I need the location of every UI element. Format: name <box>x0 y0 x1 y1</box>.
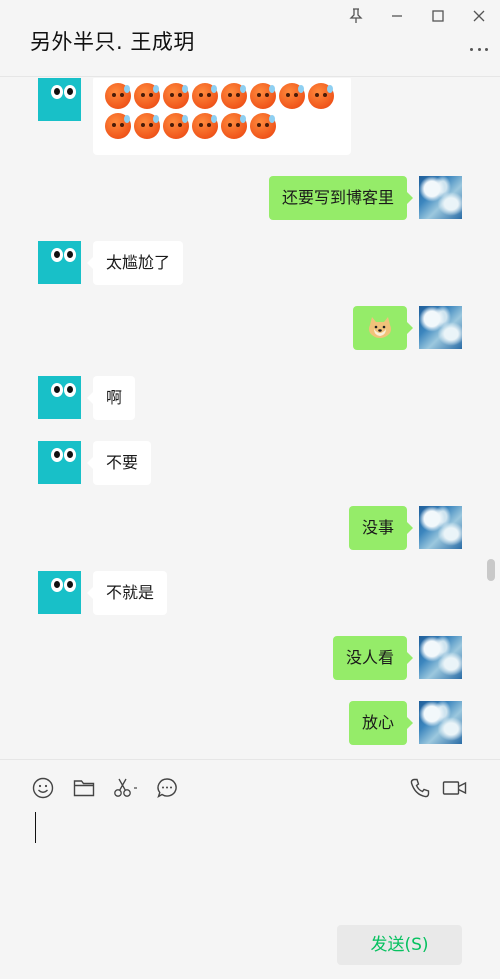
sent-message-bubble[interactable]: 没人看 <box>332 636 414 680</box>
folder-icon[interactable] <box>72 776 96 800</box>
emoji-message-bubble[interactable] <box>93 78 351 155</box>
contact-avatar[interactable] <box>38 376 81 419</box>
sweat-face-emoji-icon <box>279 83 305 109</box>
close-icon[interactable] <box>468 5 490 27</box>
received-message-bubble[interactable]: 不就是 <box>86 571 168 615</box>
message-list[interactable]: 还要写到博客里 太尴尬了 啊 不要 没事 不就是 没人看 放心 <box>0 78 500 759</box>
minimize-icon[interactable] <box>386 5 408 27</box>
user-avatar[interactable] <box>419 636 462 679</box>
contact-avatar[interactable] <box>38 241 81 284</box>
maximize-icon[interactable] <box>427 5 449 27</box>
scrollbar-thumb[interactable] <box>487 559 495 581</box>
sweat-face-emoji-icon <box>308 83 334 109</box>
sweat-face-emoji-icon <box>134 83 160 109</box>
sweat-face-emoji-icon <box>163 83 189 109</box>
sweat-face-emoji-icon <box>163 113 189 139</box>
sweat-face-emoji-icon <box>134 113 160 139</box>
user-avatar[interactable] <box>419 701 462 744</box>
sweat-face-emoji-icon <box>221 83 247 109</box>
input-area: 发送(S) <box>0 759 500 979</box>
user-avatar[interactable] <box>419 176 462 219</box>
sent-message-bubble[interactable]: 放心 <box>348 701 414 745</box>
message-input[interactable] <box>35 812 36 843</box>
received-message-bubble[interactable]: 啊 <box>86 376 136 420</box>
user-avatar[interactable] <box>419 306 462 349</box>
scissors-icon[interactable] <box>112 776 140 800</box>
contact-avatar[interactable] <box>38 571 81 614</box>
sweat-face-emoji-icon <box>105 113 131 139</box>
sent-emoji-bubble[interactable] <box>353 306 413 350</box>
sweat-face-emoji-icon <box>250 113 276 139</box>
emoji-row <box>105 113 351 140</box>
smiley-icon[interactable] <box>31 776 55 800</box>
received-message-bubble[interactable]: 太尴尬了 <box>86 241 184 285</box>
contact-avatar[interactable] <box>38 441 81 484</box>
chat-title: 另外半只. 王成玥 <box>30 30 195 54</box>
chat-header: 另外半只. 王成玥 <box>0 0 500 77</box>
sweat-face-emoji-icon <box>192 113 218 139</box>
video-call-icon[interactable] <box>442 776 468 800</box>
send-button[interactable]: 发送(S) <box>337 925 462 965</box>
contact-avatar[interactable] <box>38 78 81 121</box>
received-message-bubble[interactable]: 不要 <box>86 441 152 485</box>
user-avatar[interactable] <box>419 506 462 549</box>
pin-icon[interactable] <box>345 5 367 27</box>
doge-emoji-icon <box>369 317 391 338</box>
chat-bubble-icon[interactable] <box>155 776 179 800</box>
sent-message-bubble[interactable]: 没事 <box>348 506 414 550</box>
sweat-face-emoji-icon <box>250 83 276 109</box>
emoji-row <box>105 83 351 110</box>
sweat-face-emoji-icon <box>221 113 247 139</box>
phone-icon[interactable] <box>408 776 432 800</box>
sweat-face-emoji-icon <box>105 83 131 109</box>
sweat-face-emoji-icon <box>192 83 218 109</box>
sent-message-bubble[interactable]: 还要写到博客里 <box>268 176 414 220</box>
more-options-icon[interactable] <box>470 46 488 52</box>
